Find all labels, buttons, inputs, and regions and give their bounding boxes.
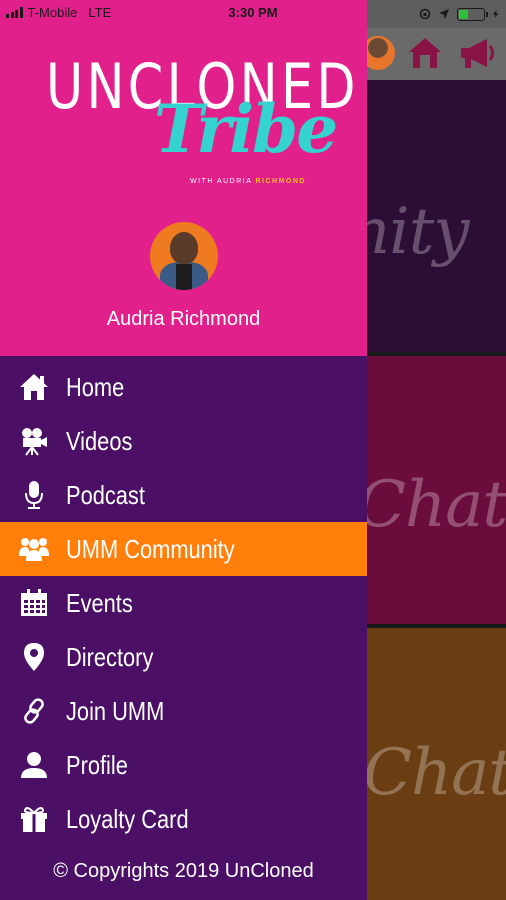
menu-item-label: Podcast bbox=[66, 479, 145, 510]
battery-level bbox=[459, 9, 468, 19]
home-icon bbox=[18, 371, 50, 403]
gift-icon bbox=[18, 803, 50, 835]
menu-item-profile[interactable]: Profile bbox=[0, 738, 367, 792]
menu-item-directory[interactable]: Directory bbox=[0, 630, 367, 684]
menu-item-label: Profile bbox=[66, 749, 128, 780]
top-bar-actions bbox=[361, 34, 506, 74]
tile-title: Chat bbox=[367, 736, 506, 810]
microphone-icon bbox=[18, 479, 50, 511]
home-icon[interactable] bbox=[407, 36, 443, 70]
navigation-drawer: UNCLONED Tribe WITH AUDRIA RICHMOND Audr… bbox=[0, 0, 367, 900]
menu-item-label: Join UMM bbox=[66, 695, 165, 726]
logo-tagline: WITH AUDRIA RICHMOND bbox=[190, 178, 306, 185]
location-arrow-icon bbox=[439, 9, 449, 19]
app-logo: UNCLONED Tribe WITH AUDRIA RICHMOND bbox=[46, 56, 356, 196]
menu-item-umm-community[interactable]: UMM Community bbox=[0, 522, 367, 576]
calendar-icon bbox=[18, 587, 50, 619]
profile-avatar[interactable] bbox=[150, 222, 218, 290]
menu-item-label: Loyalty Card bbox=[66, 803, 189, 834]
menu-item-loyalty-card[interactable]: Loyalty Card bbox=[0, 792, 367, 846]
battery-icon bbox=[457, 7, 488, 21]
charging-bolt-icon bbox=[492, 10, 499, 18]
profile-name: Audria Richmond bbox=[106, 308, 261, 330]
menu-item-join-umm[interactable]: Join UMM bbox=[0, 684, 367, 738]
status-right bbox=[419, 4, 500, 24]
menu-item-home[interactable]: Home bbox=[0, 360, 367, 414]
menu-item-videos[interactable]: Videos bbox=[0, 414, 367, 468]
video-camera-icon bbox=[18, 425, 50, 457]
chat-tile[interactable]: Chat bbox=[367, 628, 506, 900]
user-icon bbox=[18, 749, 50, 781]
tile-title: Chat bbox=[367, 468, 506, 542]
orientation-lock-icon bbox=[419, 8, 431, 20]
map-pin-icon bbox=[18, 641, 50, 673]
users-icon bbox=[18, 533, 50, 565]
menu-item-label: UMM Community bbox=[66, 533, 235, 564]
chat-tile[interactable]: Chat bbox=[367, 356, 506, 624]
menu-item-podcast[interactable]: Podcast bbox=[0, 468, 367, 522]
megaphone-icon[interactable] bbox=[457, 36, 497, 70]
copyright-text: © Copyrights 2019 UnCloned bbox=[53, 860, 314, 882]
menu-item-label: Events bbox=[66, 587, 133, 618]
menu-item-events[interactable]: Events bbox=[0, 576, 367, 630]
menu-item-label: Home bbox=[66, 371, 125, 402]
drawer-menu: Home Videos Podcast UMM Community Events… bbox=[0, 360, 367, 846]
link-icon bbox=[18, 695, 50, 727]
community-tile[interactable]: nity bbox=[367, 80, 506, 352]
menu-item-label: Directory bbox=[66, 641, 154, 672]
tile-title: nity bbox=[367, 195, 470, 269]
menu-item-label: Videos bbox=[66, 425, 133, 456]
logo-script: Tribe bbox=[154, 90, 338, 168]
